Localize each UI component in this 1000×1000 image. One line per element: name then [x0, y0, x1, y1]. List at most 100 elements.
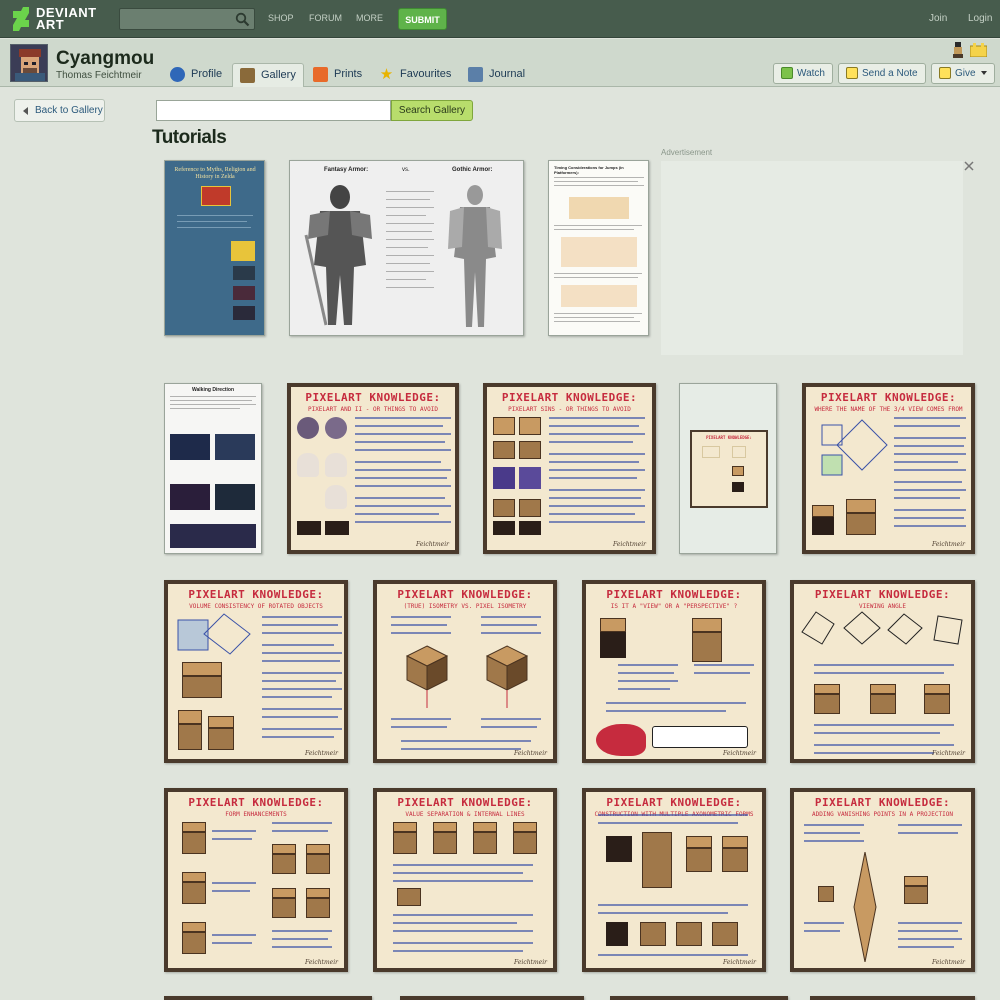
thumbnail-jump-timing[interactable]: Timing Considerations for Jumps (in Plat…: [548, 160, 649, 336]
thumb-image: [652, 726, 748, 748]
thumb-image: [519, 467, 541, 489]
login-link[interactable]: Login: [968, 13, 992, 24]
thumb-title-right: Gothic Armor:: [452, 167, 493, 173]
thumb-title: PIXELART KNOWLEDGE:: [188, 796, 324, 809]
thumbnail-zelda-references[interactable]: Reference to Myths, Religion and History…: [164, 160, 265, 336]
thumbnail-multiple-axonometric-forms[interactable]: PIXELART KNOWLEDGE: CONSTRUCTION WITH MU…: [582, 788, 766, 972]
thumb-image: [170, 484, 210, 510]
nav-more[interactable]: MORE: [356, 13, 383, 23]
nav-shop[interactable]: SHOP: [268, 13, 294, 23]
deviantart-logo[interactable]: DEVIANT ART: [12, 6, 102, 32]
thumb-signature: Feichtmeir: [932, 959, 965, 966]
zelda-logo-image: [201, 186, 231, 206]
tab-gallery-label: Gallery: [261, 69, 296, 81]
thumbnail-row5-4[interactable]: [810, 996, 975, 1000]
thumb-image: [170, 524, 256, 548]
advertisement-area: [661, 161, 963, 355]
close-icon[interactable]: [963, 160, 975, 172]
gothic-armor-image: [448, 185, 502, 327]
thumbnail-pixelart-sins[interactable]: PIXELART KNOWLEDGE: PIXELART SINS - OR T…: [483, 383, 656, 554]
tab-profile[interactable]: Profile: [170, 63, 222, 87]
thumbnail-value-separation[interactable]: PIXELART KNOWLEDGE: VALUE SEPARATION & I…: [373, 788, 557, 972]
thumbnail-vanishing-points[interactable]: PIXELART KNOWLEDGE: ADDING VANISHING POI…: [790, 788, 975, 972]
chevron-left-icon: [23, 107, 28, 115]
thumbnail-fantasy-vs-gothic-armor[interactable]: Fantasy Armor: vs. Gothic Armor:: [289, 160, 524, 336]
info-icon: [170, 66, 185, 82]
thumb-signature: Feichtmeir: [416, 541, 449, 548]
thumbnail-walking-direction[interactable]: Walking Direction: [164, 383, 262, 554]
tab-gallery[interactable]: Gallery: [232, 63, 304, 87]
give-icon: [939, 67, 951, 80]
thumb-signature: Feichtmeir: [932, 541, 965, 548]
avatar-image: [11, 45, 47, 81]
note-icon: [846, 67, 858, 80]
thumb-title: Reference to Myths, Religion and History…: [174, 167, 256, 180]
thumb-subtitle: FORM ENHANCEMENTS: [225, 811, 287, 818]
thumb-signature: Feichtmeir: [613, 541, 646, 548]
member-badge-icon: [953, 42, 963, 58]
tab-prints[interactable]: Prints: [313, 63, 362, 87]
thumb-title: Walking Direction: [191, 387, 235, 393]
thumb-image: [732, 446, 746, 458]
thumb-subtitle: VOLUME CONSISTENCY OF ROTATED OBJECTS: [189, 603, 323, 610]
thumbnail-pixelart-knowledge-small[interactable]: PIXELART KNOWLEDGE:: [679, 383, 777, 554]
give-button[interactable]: Give: [931, 63, 996, 84]
gallery-search-input[interactable]: [156, 100, 391, 121]
thumb-image: [233, 306, 255, 320]
thumb-title: PIXELART KNOWLEDGE:: [397, 588, 533, 601]
search-icon[interactable]: [235, 12, 250, 27]
thumb-title: PIXELART KNOWLEDGE:: [188, 588, 324, 601]
send-note-button[interactable]: Send a Note: [838, 63, 926, 84]
thumb-image: [325, 453, 347, 477]
thumbnail-row5-1[interactable]: [164, 996, 372, 1000]
submit-button[interactable]: SUBMIT: [398, 8, 447, 30]
thumb-title: PIXELART KNOWLEDGE:: [606, 796, 742, 809]
profile-realname: Thomas Feichtmeir: [56, 70, 142, 81]
nav-forum[interactable]: FORUM: [309, 13, 342, 23]
thumb-image: [325, 417, 347, 439]
avatar[interactable]: [10, 44, 48, 82]
back-to-gallery-button[interactable]: Back to Gallery: [14, 99, 105, 122]
join-link[interactable]: Join: [929, 13, 947, 24]
thumb-image: [561, 285, 637, 307]
site-search-input[interactable]: [119, 8, 255, 30]
watch-button[interactable]: Watch: [773, 63, 833, 84]
thumb-image: [325, 485, 347, 509]
thumb-signature: Feichtmeir: [305, 959, 338, 966]
thumbnail-pixelart-knowledge-and-ii[interactable]: PIXELART KNOWLEDGE: PIXELART AND II - OR…: [287, 383, 459, 554]
folder-title: Tutorials: [152, 127, 227, 148]
thumb-image: [297, 453, 319, 477]
prints-icon: [313, 66, 328, 82]
premium-badge-icon: [970, 43, 987, 57]
thumb-image: [405, 645, 529, 708]
chevron-down-icon: [981, 71, 988, 76]
journal-icon: [468, 66, 483, 82]
tab-favourites-label: Favourites: [400, 68, 452, 80]
thumbnail-true-vs-pixel-isometry[interactable]: PIXELART KNOWLEDGE: (TRUE) ISOMETRY VS. …: [373, 580, 557, 763]
thumb-title-mid: vs.: [402, 167, 410, 173]
thumbnail-form-enhancements[interactable]: PIXELART KNOWLEDGE: FORM ENHANCEMENTS Fe…: [164, 788, 348, 972]
thumbnail-row5-3[interactable]: [610, 996, 788, 1000]
thumb-image: [233, 266, 255, 280]
tab-journal[interactable]: Journal: [468, 63, 525, 87]
profile-username[interactable]: Cyangmou: [56, 48, 154, 70]
thumb-image: [233, 286, 255, 300]
tab-favourites[interactable]: ★ Favourites: [379, 63, 452, 87]
thumbnail-view-or-perspective[interactable]: PIXELART KNOWLEDGE: IS IT A "VIEW" OR A …: [582, 580, 766, 763]
top-bar: DEVIANT ART SHOP FORUM MORE SUBMIT Join …: [0, 0, 1000, 38]
thumb-image: [170, 434, 210, 460]
thumb-signature: Feichtmeir: [514, 750, 547, 757]
thumb-title: PIXELART KNOWLEDGE:: [606, 588, 742, 601]
search-gallery-button[interactable]: Search Gallery: [391, 100, 473, 121]
thumb-signature: Feichtmeir: [932, 750, 965, 757]
tab-prints-label: Prints: [334, 68, 363, 80]
thumbnail-viewing-angle[interactable]: PIXELART KNOWLEDGE: VIEWING ANGLE Feicht…: [790, 580, 975, 763]
thumbnail-three-quarter-view-name[interactable]: PIXELART KNOWLEDGE: WHERE THE NAME OF TH…: [802, 383, 975, 554]
thumb-signature: Feichtmeir: [514, 959, 547, 966]
thumbnail-volume-consistency[interactable]: PIXELART KNOWLEDGE: VOLUME CONSISTENCY O…: [164, 580, 348, 763]
thumb-subtitle: VALUE SEPARATION & INTERNAL LINES: [405, 811, 525, 818]
thumbnail-row5-2[interactable]: [400, 996, 584, 1000]
send-note-label: Send a Note: [862, 68, 918, 79]
thumb-subtitle: PIXELART SINS - OR THINGS TO AVOID: [508, 406, 631, 413]
thumb-image: [702, 446, 720, 458]
